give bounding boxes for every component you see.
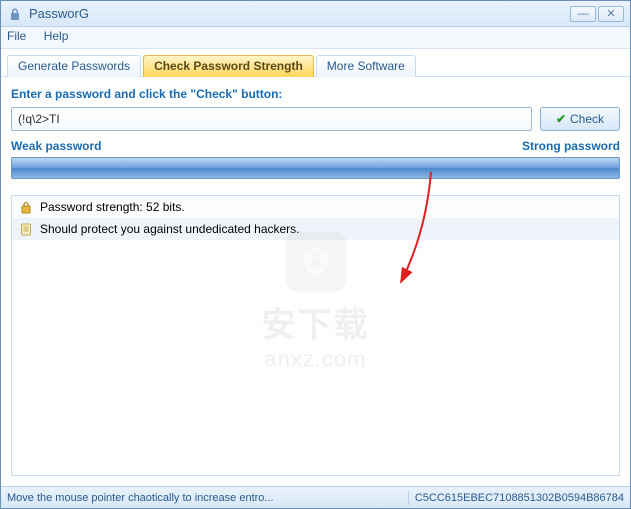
tab-more-software[interactable]: More Software: [316, 55, 416, 77]
strong-label: Strong password: [522, 139, 620, 153]
tab-check-strength[interactable]: Check Password Strength: [143, 55, 314, 77]
prompt-label: Enter a password and click the "Check" b…: [11, 87, 620, 101]
status-hint: Move the mouse pointer chaotically to in…: [7, 492, 402, 504]
window-title: PassworG: [29, 6, 570, 21]
results-panel: Password strength: 52 bits. Should prote…: [11, 195, 620, 476]
strength-meter-fill: [12, 158, 619, 178]
tab-strip: Generate Passwords Check Password Streng…: [1, 49, 630, 77]
app-window: PassworG — ✕ File Help Generate Password…: [0, 0, 631, 509]
note-icon: [18, 221, 34, 237]
check-icon: ✔: [556, 112, 566, 126]
check-button[interactable]: ✔ Check: [540, 107, 620, 131]
result-advice-text: Should protect you against undedicated h…: [40, 222, 300, 236]
close-button[interactable]: ✕: [598, 6, 624, 22]
check-button-label: Check: [570, 112, 604, 126]
result-row: Password strength: 52 bits.: [12, 196, 619, 218]
minimize-button[interactable]: —: [570, 6, 596, 22]
result-strength-text: Password strength: 52 bits.: [40, 200, 185, 214]
statusbar: Move the mouse pointer chaotically to in…: [1, 486, 630, 508]
password-input[interactable]: [11, 107, 532, 131]
lock-icon: [18, 199, 34, 215]
titlebar: PassworG — ✕: [1, 1, 630, 27]
weak-label: Weak password: [11, 139, 101, 153]
strength-meter: [11, 157, 620, 179]
menu-file[interactable]: File: [7, 29, 26, 43]
tab-generate[interactable]: Generate Passwords: [7, 55, 141, 77]
tab-content: Enter a password and click the "Check" b…: [1, 77, 630, 486]
status-hash: C5CC615EBEC7108851302B0594B86784: [415, 492, 624, 504]
status-divider: [408, 491, 409, 505]
result-row: Should protect you against undedicated h…: [12, 218, 619, 240]
app-icon: [7, 6, 23, 22]
input-row: ✔ Check: [11, 107, 620, 131]
strength-labels: Weak password Strong password: [11, 139, 620, 153]
menu-help[interactable]: Help: [44, 29, 69, 43]
window-buttons: — ✕: [570, 6, 624, 22]
menubar: File Help: [1, 27, 630, 49]
